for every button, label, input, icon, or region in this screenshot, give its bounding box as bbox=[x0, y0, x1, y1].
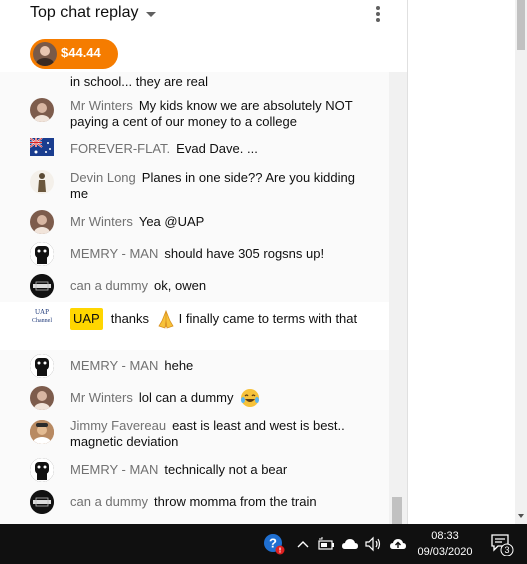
help-icon[interactable]: ? bbox=[263, 533, 285, 555]
more-vert-icon[interactable] bbox=[372, 4, 384, 24]
chat-message: MEMRY - MAN should have 305 rogsns up! bbox=[0, 240, 389, 268]
system-clock[interactable]: 08:33 09/03/2020 bbox=[414, 528, 476, 560]
chat-message: can a dummy throw momma from the train bbox=[0, 488, 389, 516]
uap-channel-logo[interactable]: UAP Channel bbox=[29, 306, 55, 326]
message-text: MEMRY - MAN hehe bbox=[70, 358, 375, 374]
donor-avatar bbox=[33, 42, 57, 66]
speaker-icon[interactable] bbox=[363, 534, 383, 554]
avatar-person-icon[interactable] bbox=[30, 210, 54, 234]
message-body: thanks bbox=[110, 311, 150, 326]
chat-message: Mr Winters lol can a dummy bbox=[0, 382, 389, 414]
folded-hands-emoji-icon bbox=[156, 309, 176, 329]
chat-replay-panel: Top chat replay $44.44 in school... they… bbox=[0, 0, 408, 524]
message-text: Mr Winters Yea @UAP bbox=[70, 214, 375, 230]
uap-logo-subtext: Channel bbox=[32, 318, 52, 324]
message-author[interactable]: Devin Long bbox=[70, 170, 136, 185]
chat-message: MEMRY - MAN technically not a bear bbox=[0, 456, 389, 484]
clock-date: 09/03/2020 bbox=[417, 546, 473, 558]
message-body-continued: I finally came to terms with that bbox=[178, 311, 358, 326]
clock-time: 08:33 bbox=[431, 530, 459, 542]
svg-text:?: ? bbox=[269, 536, 277, 551]
laughing-tears-emoji-icon bbox=[240, 388, 260, 408]
dummy-avatar-icon[interactable] bbox=[30, 274, 54, 298]
scroll-down-arrow-icon[interactable] bbox=[518, 514, 524, 518]
chevron-up-icon[interactable] bbox=[293, 534, 313, 554]
message-author[interactable]: Jimmy Favereau bbox=[70, 418, 166, 433]
donation-amount: $44.44 bbox=[61, 45, 101, 60]
page-scrollbar-thumb[interactable] bbox=[517, 0, 525, 50]
chat-message: Mr Winters Yea @UAP bbox=[0, 208, 389, 236]
cloud-icon[interactable] bbox=[340, 534, 360, 554]
chat-scrollbar[interactable] bbox=[389, 72, 407, 524]
chat-message: in school... they are real bbox=[0, 72, 389, 90]
message-text: in school... they are real bbox=[70, 74, 209, 89]
message-text: Mr Winters My kids know we are absolutely… bbox=[70, 98, 375, 130]
message-author[interactable]: MEMRY - MAN bbox=[70, 358, 158, 373]
message-text: UAP thanks I finally came to terms with t… bbox=[70, 308, 375, 330]
message-author-owner-badge[interactable]: UAP bbox=[70, 308, 103, 330]
message-body: ok, owen bbox=[154, 278, 207, 293]
dummy-avatar-icon[interactable] bbox=[30, 490, 54, 514]
message-body: hehe bbox=[164, 358, 194, 373]
australia-flag-icon[interactable] bbox=[30, 138, 54, 156]
message-text: Mr Winters lol can a dummy bbox=[70, 388, 375, 408]
message-text: can a dummy ok, owen bbox=[70, 278, 375, 294]
message-body: Evad Dave. ... bbox=[176, 141, 258, 156]
message-text: Devin Long Planes in one side?? Are you k… bbox=[70, 170, 375, 202]
message-text: Jimmy Favereau east is least and west is … bbox=[70, 418, 375, 450]
photo-avatar-icon[interactable] bbox=[30, 420, 54, 444]
robot-avatar-icon[interactable] bbox=[30, 242, 54, 266]
windows-taskbar: ? 08:33 09/03/2020 3 bbox=[0, 524, 527, 564]
message-author[interactable]: MEMRY - MAN bbox=[70, 246, 158, 261]
message-body: technically not a bear bbox=[164, 462, 288, 477]
avatar-person-icon[interactable] bbox=[30, 386, 54, 410]
notification-center-icon[interactable]: 3 bbox=[490, 532, 514, 557]
message-text: FOREVER-FLAT. Evad Dave. ... bbox=[70, 141, 375, 157]
chat-message: Devin Long Planes in one side?? Are you k… bbox=[0, 164, 389, 206]
chat-message: can a dummy ok, owen bbox=[0, 272, 389, 300]
chat-message: FOREVER-FLAT. Evad Dave. ... bbox=[0, 136, 389, 162]
message-author[interactable]: can a dummy bbox=[70, 494, 148, 509]
message-author[interactable]: Mr Winters bbox=[70, 98, 133, 113]
upload-icon[interactable] bbox=[388, 534, 408, 554]
chat-message-list: in school... they are real Mr Winters My … bbox=[0, 72, 389, 524]
message-body: lol can a dummy bbox=[138, 390, 234, 405]
message-body: throw momma from the train bbox=[154, 494, 317, 509]
message-body: Yea @UAP bbox=[138, 214, 205, 229]
uap-logo-text: UAP bbox=[35, 308, 49, 316]
message-author[interactable]: MEMRY - MAN bbox=[70, 462, 158, 477]
message-text: MEMRY - MAN should have 305 rogsns up! bbox=[70, 246, 375, 262]
chat-message: Mr Winters My kids know we are absolutely… bbox=[0, 92, 389, 134]
chat-message: MEMRY - MAN hehe bbox=[0, 352, 389, 380]
chevron-down-icon[interactable] bbox=[146, 12, 156, 17]
message-author[interactable]: Mr Winters bbox=[70, 214, 133, 229]
chat-header: Top chat replay $44.44 bbox=[0, 0, 407, 72]
robot-avatar-icon[interactable] bbox=[30, 458, 54, 482]
message-body: should have 305 rogsns up! bbox=[164, 246, 325, 261]
super-chat-ticker[interactable]: $44.44 bbox=[30, 39, 118, 69]
robot-avatar-icon[interactable] bbox=[30, 354, 54, 378]
message-author[interactable]: can a dummy bbox=[70, 278, 148, 293]
page-scrollbar[interactable] bbox=[515, 0, 527, 524]
message-author[interactable]: FOREVER-FLAT. bbox=[70, 141, 170, 156]
avatar-person-icon[interactable] bbox=[30, 98, 54, 122]
notification-count-badge: 3 bbox=[504, 545, 510, 555]
message-author[interactable]: Mr Winters bbox=[70, 390, 133, 405]
battery-icon[interactable] bbox=[316, 534, 336, 554]
message-text: MEMRY - MAN technically not a bear bbox=[70, 462, 375, 478]
chat-mode-title[interactable]: Top chat replay bbox=[30, 4, 139, 22]
chat-scrollbar-thumb[interactable] bbox=[392, 497, 402, 524]
statue-avatar-icon[interactable] bbox=[30, 170, 54, 194]
message-text: can a dummy throw momma from the train bbox=[70, 494, 375, 510]
chat-message: Jimmy Favereau east is least and west is … bbox=[0, 416, 389, 458]
chat-message: UAP Channel UAP thanks I finally came to … bbox=[0, 302, 389, 350]
